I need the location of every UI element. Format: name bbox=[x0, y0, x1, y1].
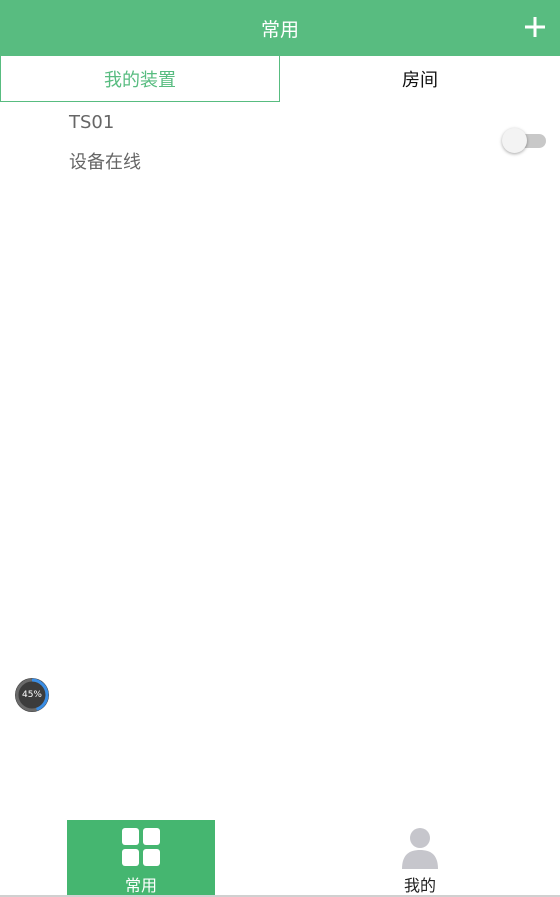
toggle-knob bbox=[502, 128, 527, 153]
add-button[interactable] bbox=[518, 10, 552, 44]
nav-item-mine[interactable]: 我的 bbox=[350, 820, 490, 895]
progress-percent: 45% bbox=[21, 690, 42, 700]
tab-bar: 我的装置 房间 bbox=[0, 56, 560, 102]
bottom-navigation: 常用 我的 bbox=[0, 820, 560, 895]
top-app-bar: 常用 bbox=[0, 0, 560, 56]
device-power-toggle[interactable] bbox=[502, 128, 546, 153]
tab-rooms[interactable]: 房间 bbox=[280, 56, 560, 102]
page-title: 常用 bbox=[260, 18, 299, 41]
plus-icon bbox=[525, 17, 545, 37]
nav-item-common[interactable]: 常用 bbox=[67, 820, 215, 895]
nav-label: 我的 bbox=[403, 876, 436, 895]
device-list-item[interactable]: TS01 设备在线 bbox=[0, 104, 560, 180]
floating-progress-badge[interactable]: 45% bbox=[15, 678, 49, 712]
grid-icon bbox=[122, 828, 160, 866]
tab-my-devices[interactable]: 我的装置 bbox=[0, 56, 280, 102]
tab-label: 我的装置 bbox=[104, 69, 176, 91]
device-name: TS01 bbox=[69, 112, 115, 133]
tab-label: 房间 bbox=[402, 70, 438, 91]
person-icon bbox=[402, 828, 438, 869]
device-status: 设备在线 bbox=[69, 152, 141, 173]
nav-label: 常用 bbox=[124, 876, 157, 895]
